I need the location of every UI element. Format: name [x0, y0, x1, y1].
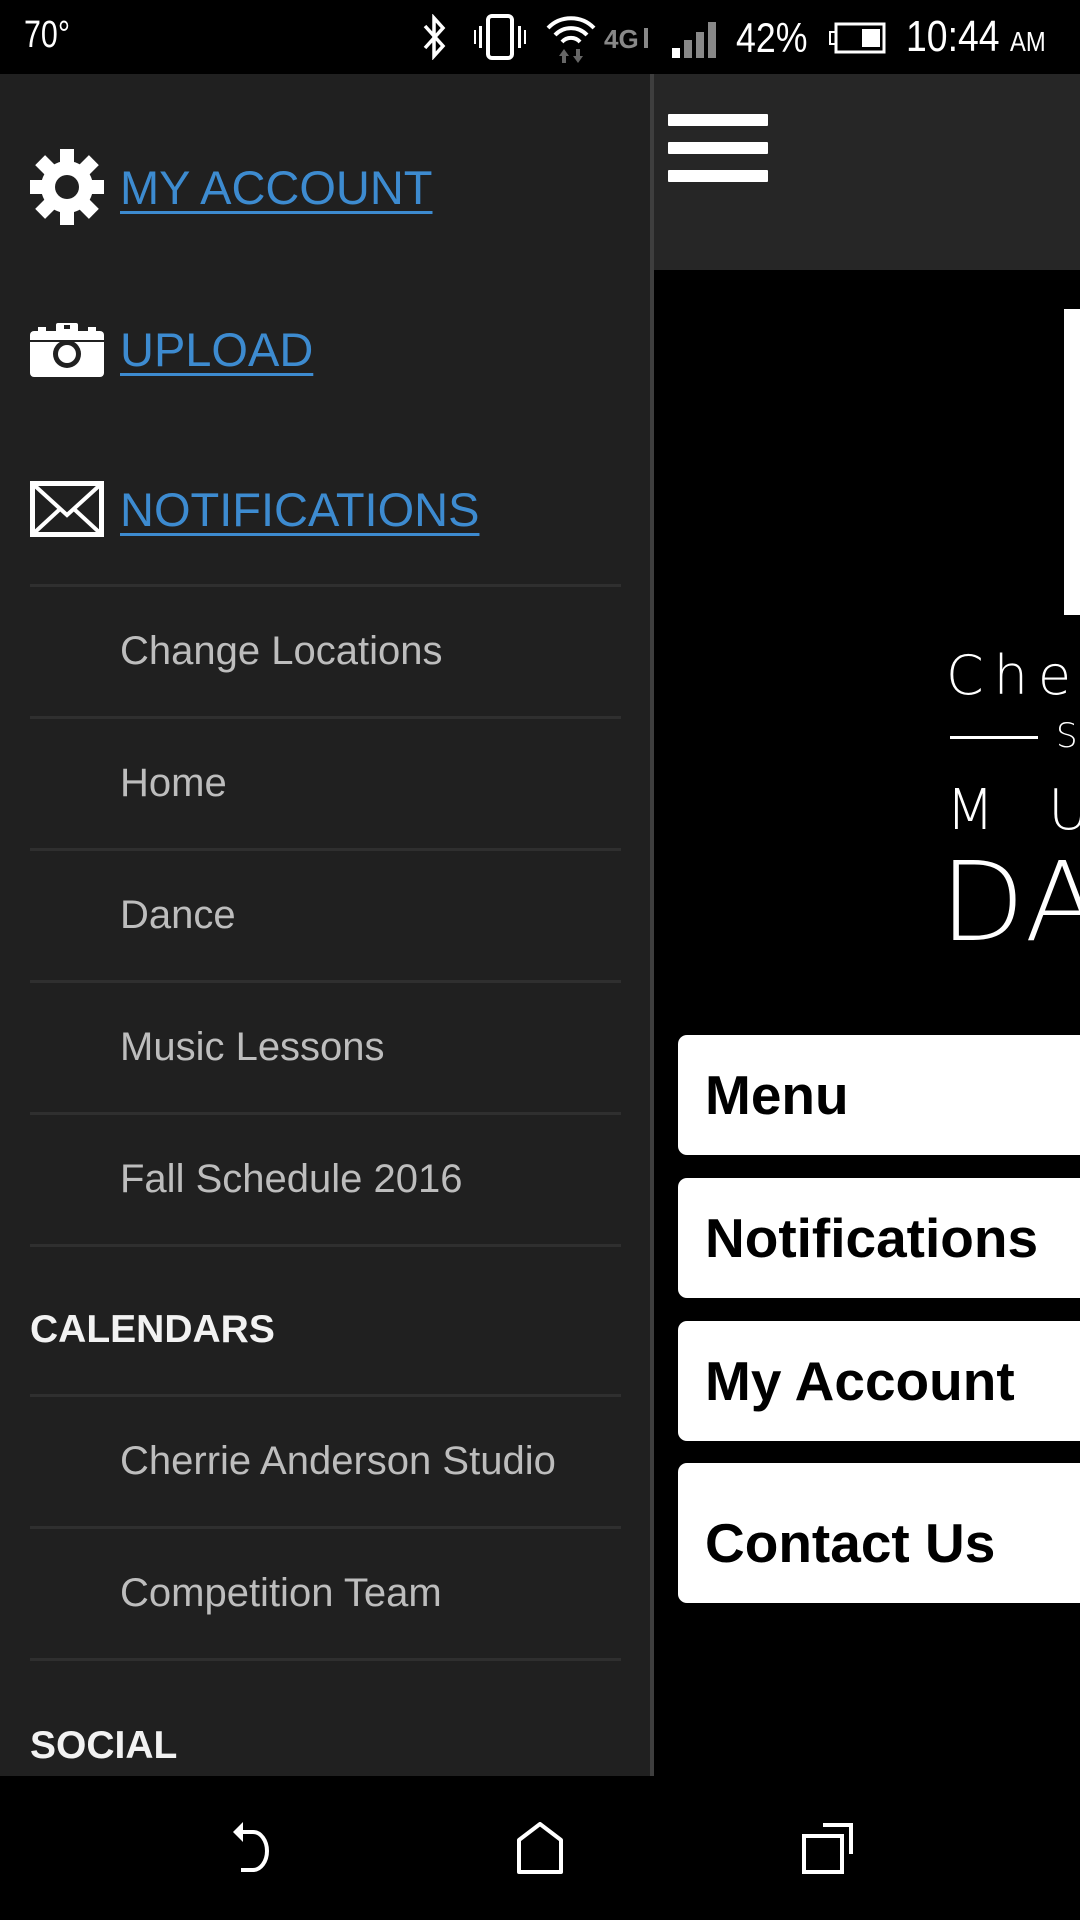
card-label: Menu	[705, 1064, 849, 1126]
drawer-item-label: Fall Schedule 2016	[120, 1157, 463, 1201]
system-nav-bar	[0, 1776, 1080, 1920]
back-icon	[233, 1822, 269, 1872]
clock-time: 10:44	[906, 12, 1000, 61]
drawer-link-upload[interactable]: UPLOAD	[30, 309, 313, 389]
card-contact-us[interactable]: Contact Us	[678, 1463, 1080, 1603]
status-bar: 70° 4G 42% 10:44 AM	[0, 0, 1080, 74]
gear-icon	[30, 149, 104, 225]
drawer-item-label: Competition Team	[120, 1571, 442, 1615]
drawer-link-notifications[interactable]: NOTIFICATIONS	[30, 469, 479, 549]
home-button[interactable]	[495, 1812, 585, 1884]
envelope-icon	[30, 472, 104, 546]
camera-icon	[30, 312, 104, 386]
drawer-item-label: Change Locations	[120, 629, 443, 673]
recents-icon	[802, 1823, 853, 1874]
drawer-item-competition-team[interactable]: Competition Team	[30, 1529, 621, 1658]
main-content: Cher S M U DA Menu Notifications My Acco…	[654, 270, 1080, 1776]
drawer-link-notifications-label[interactable]: NOTIFICATIONS	[120, 482, 479, 537]
drawer-item-music-lessons[interactable]: Music Lessons	[30, 983, 621, 1112]
signal-icon	[672, 22, 716, 58]
temperature: 70°	[24, 14, 70, 56]
drawer-item-change-locations[interactable]: Change Locations	[30, 587, 621, 716]
clock-ampm: AM	[1009, 26, 1046, 57]
drawer-item-label: Cherrie Anderson Studio	[120, 1439, 556, 1483]
home-icon	[517, 1822, 563, 1874]
wifi-icon	[546, 16, 596, 63]
4g-lte-icon: 4G	[604, 26, 648, 52]
section-header-social: SOCIAL	[30, 1724, 178, 1767]
drawer-item-fall-schedule-2016[interactable]: Fall Schedule 2016	[30, 1115, 621, 1244]
drawer-item-label: Music Lessons	[120, 1025, 385, 1069]
hamburger-icon[interactable]	[668, 114, 768, 186]
divider	[30, 1244, 621, 1247]
drawer-link-my-account[interactable]: MY ACCOUNT	[30, 147, 433, 227]
vibrate-icon	[474, 14, 526, 60]
drawer-item-label: Dance	[120, 893, 236, 937]
section-header-calendars: CALENDARS	[30, 1308, 275, 1351]
logo-line-1: Cher	[946, 644, 1080, 707]
app-header	[654, 74, 1080, 270]
drawer-item-home[interactable]: Home	[30, 719, 621, 848]
back-button[interactable]	[208, 1812, 298, 1884]
battery-percent: 42%	[736, 14, 808, 61]
navigation-drawer: MY ACCOUNT UPLOAD NOTIFICATIONS Change L…	[0, 74, 650, 1776]
card-menu[interactable]: Menu	[678, 1035, 1080, 1155]
logo-line-3: M U	[946, 778, 1080, 843]
drawer-item-label: Home	[120, 761, 227, 805]
battery-icon	[829, 22, 886, 54]
card-label: Notifications	[705, 1207, 1039, 1269]
card-label: Contact Us	[705, 1512, 996, 1574]
logo-rule	[950, 736, 1038, 739]
drawer-item-cherrie-anderson-studio[interactable]: Cherrie Anderson Studio	[30, 1397, 621, 1526]
bluetooth-icon	[423, 14, 446, 60]
card-notifications[interactable]: Notifications	[678, 1178, 1080, 1298]
svg-text:4G: 4G	[604, 26, 639, 52]
drawer-link-my-account-label[interactable]: MY ACCOUNT	[120, 160, 433, 215]
logo-line-4: DA	[940, 838, 1080, 966]
recents-button[interactable]	[783, 1812, 873, 1884]
drawer-link-upload-label[interactable]: UPLOAD	[120, 322, 313, 377]
drawer-item-dance[interactable]: Dance	[30, 851, 621, 980]
card-my-account[interactable]: My Account	[678, 1321, 1080, 1441]
logo-graphic	[1064, 309, 1080, 615]
card-label: My Account	[705, 1350, 1015, 1412]
divider	[30, 1658, 621, 1661]
logo-line-2: S	[1056, 716, 1078, 756]
clock: 10:44 AM	[906, 12, 1046, 62]
